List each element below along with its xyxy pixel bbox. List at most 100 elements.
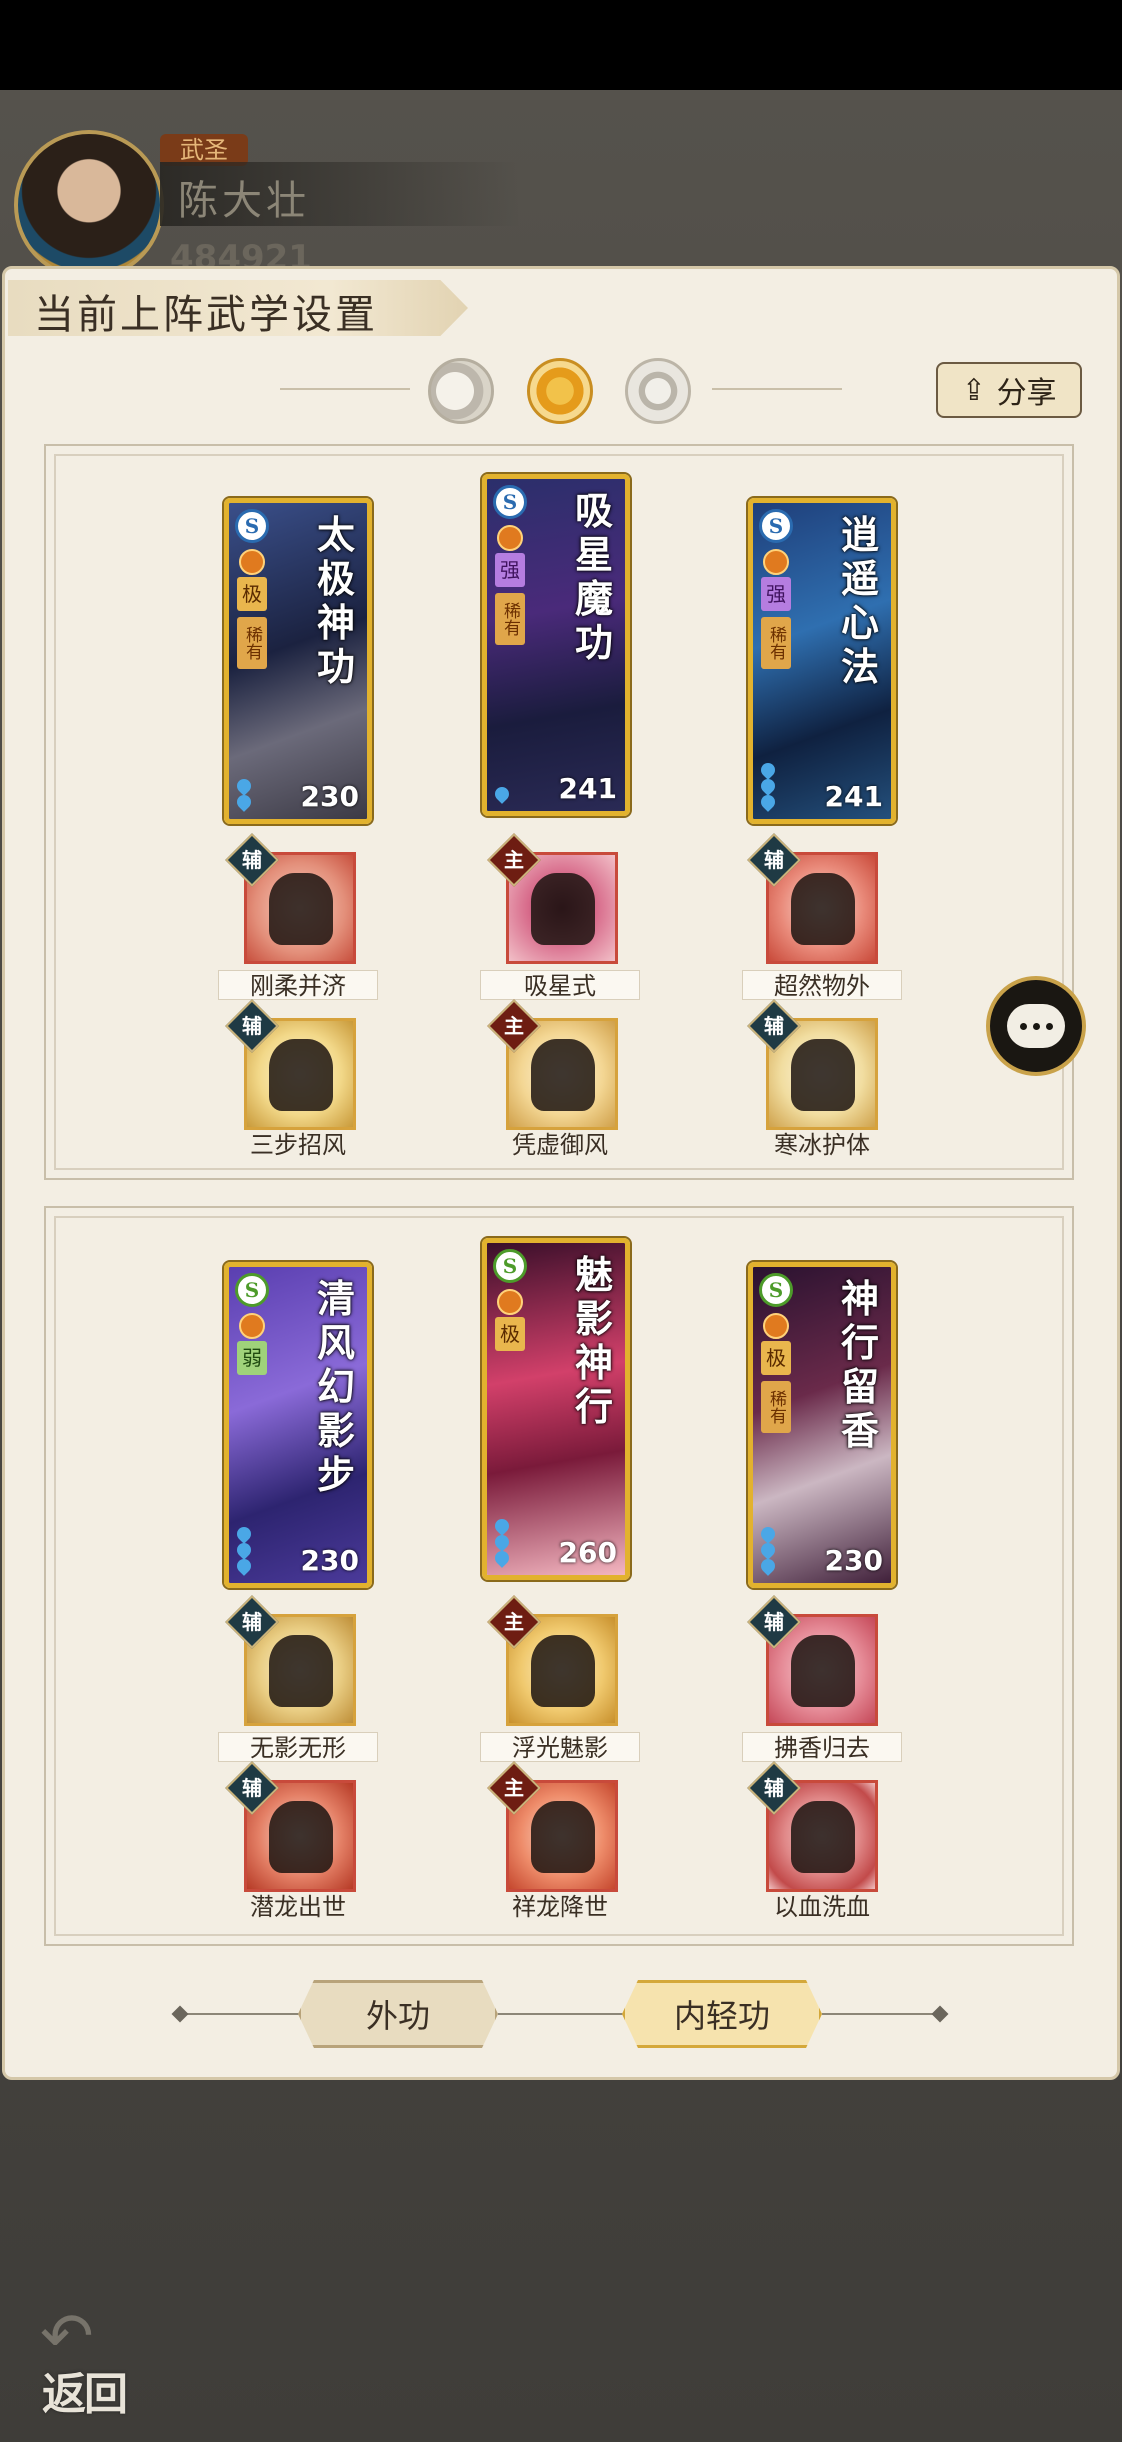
- skill-label: 无影无形: [218, 1732, 378, 1762]
- tab-outer-skill[interactable]: 外功: [298, 1980, 498, 2048]
- sun-badge-icon: [763, 549, 789, 575]
- technique-card[interactable]: S 弱 清风幻影步 230: [224, 1262, 372, 1588]
- moon-phase-icon[interactable]: [428, 358, 494, 424]
- status-bar: [0, 0, 1122, 90]
- eclipse-phase-icon[interactable]: [625, 358, 691, 424]
- skill-label: 寒冰护体: [774, 1131, 870, 1159]
- level-drops: [234, 776, 277, 812]
- skill-icon[interactable]: 主: [487, 999, 618, 1130]
- skill-label: 潜龙出世: [250, 1893, 346, 1921]
- player-avatar[interactable]: [14, 130, 164, 280]
- type-icon: S: [493, 485, 527, 519]
- skill-label: 浮光魅影: [480, 1732, 640, 1762]
- skill-figure-icon: [269, 1801, 333, 1873]
- skill-icon[interactable]: 辅: [225, 999, 356, 1130]
- skill-icon[interactable]: 主: [487, 833, 618, 964]
- type-icon: S: [759, 1273, 793, 1307]
- skill-label: 三步招风: [250, 1131, 346, 1159]
- level-drops: [492, 1516, 535, 1568]
- skill-icon[interactable]: 主: [487, 1761, 618, 1892]
- rarity-badge: 稀有: [237, 617, 267, 669]
- card-name: 太极神功: [316, 512, 355, 689]
- skill-icon[interactable]: 主: [487, 1595, 618, 1726]
- technique-card[interactable]: S 极 稀有 太极神功 230: [224, 498, 372, 824]
- skill-figure-icon: [791, 1039, 855, 1111]
- chat-button[interactable]: [986, 976, 1086, 1076]
- sun-phase-icon[interactable]: [527, 358, 593, 424]
- skill-figure-icon: [791, 873, 855, 945]
- share-button[interactable]: ⇪ 分享: [936, 362, 1082, 418]
- player-name: 陈大壮: [178, 178, 310, 224]
- rarity-badge: 稀有: [761, 617, 791, 669]
- tier-badge: 极: [761, 1341, 791, 1375]
- card-score: 241: [558, 772, 617, 805]
- skill-label: 以血洗血: [774, 1893, 870, 1921]
- technique-card[interactable]: S 极 魅影神行 260: [482, 1238, 630, 1580]
- card-score: 260: [558, 1536, 617, 1569]
- back-label: 返回: [42, 2369, 128, 2420]
- skill-figure-icon: [531, 1039, 595, 1111]
- skill-icon[interactable]: 辅: [747, 833, 878, 964]
- skill-label: 拂香归去: [742, 1732, 902, 1762]
- skill-icon[interactable]: 辅: [225, 1595, 356, 1726]
- technique-card[interactable]: S 极 稀有 神行留香 230: [748, 1262, 896, 1588]
- tier-badge: 强: [495, 553, 525, 587]
- sun-badge-icon: [497, 525, 523, 551]
- skill-label: 超然物外: [742, 970, 902, 1000]
- divider-left: [280, 388, 410, 390]
- skill-figure-icon: [791, 1801, 855, 1873]
- sun-badge-icon: [763, 1313, 789, 1339]
- rarity-badge: 稀有: [495, 593, 525, 645]
- level-drops: [492, 784, 535, 804]
- sun-badge-icon: [497, 1289, 523, 1315]
- level-drops: [758, 1524, 801, 1576]
- card-name: 神行留香: [840, 1276, 879, 1453]
- share-icon: ⇪: [961, 372, 987, 408]
- back-button[interactable]: ↶ 返回: [30, 2300, 150, 2420]
- chat-icon: [1007, 1004, 1065, 1048]
- card-name: 清风幻影步: [316, 1276, 355, 1497]
- sun-badge-icon: [239, 1313, 265, 1339]
- skill-figure-icon: [531, 1635, 595, 1707]
- skill-icon[interactable]: 辅: [225, 833, 356, 964]
- type-icon: S: [759, 509, 793, 543]
- tier-badge: 强: [761, 577, 791, 611]
- card-score: 230: [300, 1544, 359, 1577]
- tier-badge: 极: [495, 1317, 525, 1351]
- technique-card[interactable]: S 强 稀有 逍遥心法 241: [748, 498, 896, 824]
- rarity-badge: 稀有: [761, 1381, 791, 1433]
- skill-figure-icon: [269, 873, 333, 945]
- type-icon: S: [235, 1273, 269, 1307]
- technique-card[interactable]: S 强 稀有 吸星魔功 241: [482, 474, 630, 816]
- card-name: 吸星魔功: [574, 488, 613, 665]
- tab-inner-skill[interactable]: 内轻功: [622, 1980, 822, 2048]
- skill-label: 刚柔并济: [218, 970, 378, 1000]
- skill-icon[interactable]: 辅: [747, 1595, 878, 1726]
- skill-icon[interactable]: 辅: [747, 1761, 878, 1892]
- tab-divider-right: [822, 2013, 942, 2015]
- skill-figure-icon: [269, 1039, 333, 1111]
- level-drops: [234, 1524, 277, 1576]
- divider-right: [712, 388, 842, 390]
- skill-figure-icon: [791, 1635, 855, 1707]
- card-score: 230: [824, 1544, 883, 1577]
- skill-label: 凭虚御风: [512, 1131, 608, 1159]
- type-icon: S: [235, 509, 269, 543]
- tab-divider-mid: [498, 2013, 624, 2015]
- skill-label: 祥龙降世: [512, 1893, 608, 1921]
- card-score: 241: [824, 780, 883, 813]
- share-label: 分享: [996, 376, 1057, 411]
- sun-badge-icon: [239, 549, 265, 575]
- skill-icon[interactable]: 辅: [747, 999, 878, 1130]
- skill-figure-icon: [531, 873, 595, 945]
- tier-badge: 极: [237, 577, 267, 611]
- card-score: 230: [300, 780, 359, 813]
- type-icon: S: [493, 1249, 527, 1283]
- skill-figure-icon: [269, 1635, 333, 1707]
- skill-icon[interactable]: 辅: [225, 1761, 356, 1892]
- card-name: 逍遥心法: [840, 512, 879, 689]
- tier-badge: 弱: [237, 1341, 267, 1375]
- tab-divider-left: [180, 2013, 300, 2015]
- panel-title: 当前上阵武学设置: [34, 292, 378, 338]
- skill-figure-icon: [531, 1801, 595, 1873]
